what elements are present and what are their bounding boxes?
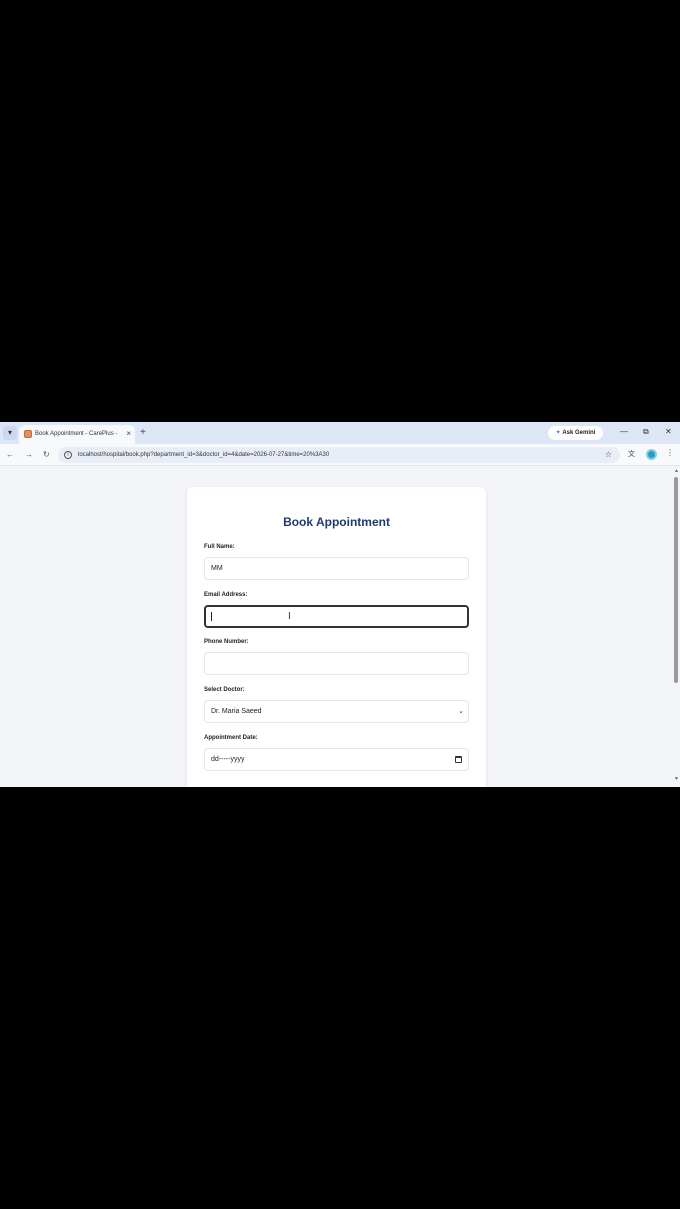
email-input[interactable]: I xyxy=(204,605,469,628)
doctor-label: Select Doctor: xyxy=(204,687,245,693)
url-text[interactable]: localhost/hospital/book.php?department_i… xyxy=(78,450,329,460)
browser-window: ▾ Book Appointment - CarePlus - × + ✦ As… xyxy=(0,422,680,787)
page-content: Book Appointment Full Name: MM Email Add… xyxy=(0,467,672,787)
email-label: Email Address: xyxy=(204,592,248,598)
address-bar[interactable]: i localhost/hospital/book.php?department… xyxy=(58,447,620,463)
ask-gemini-button[interactable]: ✦ Ask Gemini xyxy=(548,426,603,440)
page-title: Book Appointment xyxy=(283,515,390,529)
tab-title: Book Appointment - CarePlus - xyxy=(35,431,118,437)
tab-search-button[interactable]: ▾ xyxy=(3,426,17,440)
minimize-button[interactable]: — xyxy=(620,426,628,438)
doctor-select[interactable]: Dr. Maria Saeed ⌄ xyxy=(204,700,469,723)
ibeam-cursor-icon: I xyxy=(288,611,291,622)
scrollbar-thumb[interactable] xyxy=(674,477,678,683)
forward-button[interactable]: → xyxy=(25,449,33,461)
ask-gemini-label: Ask Gemini xyxy=(562,430,596,436)
phone-input[interactable] xyxy=(204,652,469,675)
favicon-icon xyxy=(24,430,32,438)
new-tab-button[interactable]: + xyxy=(140,427,146,439)
window-close-button[interactable]: ✕ xyxy=(665,426,672,438)
browser-menu-icon[interactable]: ⋮ xyxy=(666,448,674,457)
date-label: Appointment Date: xyxy=(204,735,258,741)
translate-icon[interactable]: 文 xyxy=(628,449,635,459)
gemini-icon: ✦ xyxy=(555,430,561,436)
profile-avatar[interactable] xyxy=(646,449,657,460)
scroll-down-icon[interactable]: ▼ xyxy=(674,776,679,782)
full-name-label: Full Name: xyxy=(204,544,235,550)
date-input[interactable]: dd-----yyyy xyxy=(204,748,469,771)
reload-button[interactable]: ↻ xyxy=(43,449,50,461)
back-button[interactable]: ← xyxy=(6,449,14,461)
date-placeholder: dd-----yyyy xyxy=(211,756,245,763)
browser-toolbar: ← → ↻ i localhost/hospital/book.php?depa… xyxy=(0,444,680,466)
text-caret xyxy=(211,612,212,621)
doctor-select-value: Dr. Maria Saeed xyxy=(211,708,262,715)
restore-button[interactable]: ⧉ xyxy=(643,426,649,438)
calendar-icon[interactable] xyxy=(455,756,462,763)
tab-strip: ▾ Book Appointment - CarePlus - × + ✦ As… xyxy=(0,422,680,444)
full-name-input[interactable]: MM xyxy=(204,557,469,580)
browser-tab[interactable]: Book Appointment - CarePlus - × xyxy=(19,425,135,444)
info-icon[interactable]: i xyxy=(64,451,72,459)
booking-form-card: Book Appointment Full Name: MM Email Add… xyxy=(187,487,486,787)
chevron-down-icon: ⌄ xyxy=(458,708,464,715)
tab-close-icon[interactable]: × xyxy=(126,428,131,440)
page-scrollbar[interactable]: ▲ ▼ xyxy=(672,467,680,787)
scroll-up-icon[interactable]: ▲ xyxy=(674,468,679,474)
bookmark-star-icon[interactable]: ☆ xyxy=(605,449,612,461)
phone-label: Phone Number: xyxy=(204,639,249,645)
